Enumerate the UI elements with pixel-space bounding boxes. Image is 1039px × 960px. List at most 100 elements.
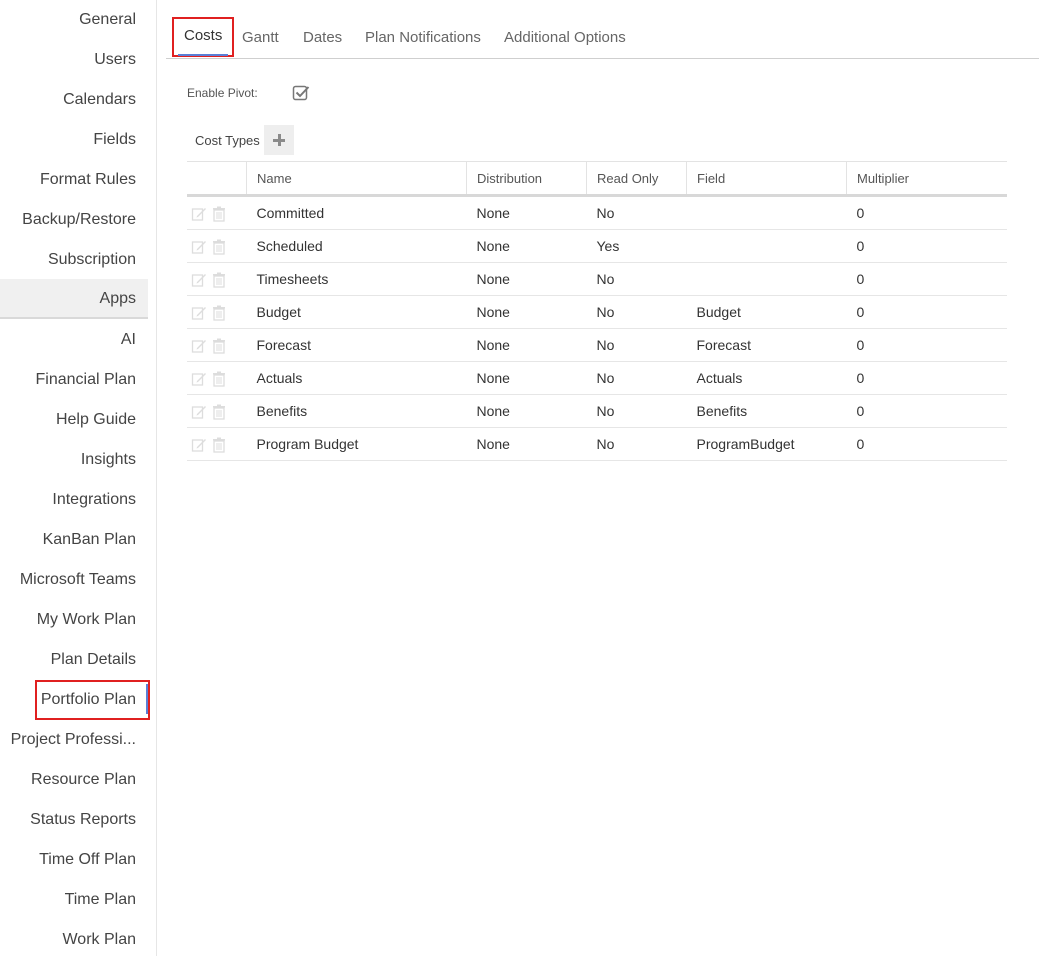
sidebar-item-general[interactable]: General: [0, 0, 148, 40]
cell-read-only: Yes: [586, 229, 687, 263]
cell-name: Scheduled: [246, 229, 467, 263]
cell-name: Forecast: [246, 328, 467, 362]
column-header-field[interactable]: Field: [686, 161, 847, 197]
cell-field: [686, 229, 847, 263]
column-header-name[interactable]: Name: [246, 161, 467, 197]
tab-gantt[interactable]: Gantt: [242, 20, 279, 56]
edit-icon[interactable]: [191, 272, 207, 288]
cell-multiplier: 0: [846, 295, 1007, 329]
sidebar-item-integrations[interactable]: Integrations: [0, 480, 148, 520]
sidebar-item-ai[interactable]: AI: [0, 320, 148, 360]
delete-icon[interactable]: [211, 239, 227, 255]
sidebar-item-my-work-plan[interactable]: My Work Plan: [0, 600, 148, 640]
edit-icon[interactable]: [191, 371, 207, 387]
enable-pivot-label: Enable Pivot:: [187, 86, 258, 100]
sidebar-item-time-plan[interactable]: Time Plan: [0, 880, 148, 920]
row-actions: [187, 195, 247, 230]
sidebar-item-insights[interactable]: Insights: [0, 440, 148, 480]
column-header-distribution[interactable]: Distribution: [466, 161, 587, 197]
cell-distribution: None: [466, 195, 587, 230]
cell-distribution: None: [466, 295, 587, 329]
sidebar-item-status-reports[interactable]: Status Reports: [0, 800, 148, 840]
cell-read-only: No: [586, 394, 687, 428]
sidebar-item-microsoft-teams[interactable]: Microsoft Teams: [0, 560, 148, 600]
sidebar-item-time-off-plan[interactable]: Time Off Plan: [0, 840, 148, 880]
cell-field: Forecast: [686, 328, 847, 362]
cell-name: Committed: [246, 195, 467, 230]
cell-field: Actuals: [686, 361, 847, 395]
table-row: Committed None No 0: [187, 195, 1007, 230]
column-header-read-only[interactable]: Read Only: [586, 161, 687, 197]
cell-read-only: No: [586, 427, 687, 461]
cell-distribution: None: [466, 361, 587, 395]
sidebar-item-users[interactable]: Users: [0, 40, 148, 80]
cell-field: Benefits: [686, 394, 847, 428]
sidebar-item-kanban-plan[interactable]: KanBan Plan: [0, 520, 148, 560]
sidebar-section-apps[interactable]: Apps: [0, 279, 148, 319]
sidebar-item-calendars[interactable]: Calendars: [0, 80, 148, 120]
enable-pivot-checkbox[interactable]: [292, 84, 310, 102]
sidebar-item-backup-restore[interactable]: Backup/Restore: [0, 200, 148, 240]
settings-sidebar: General Users Calendars Fields Format Ru…: [0, 0, 157, 956]
sidebar-item-portfolio-plan[interactable]: Portfolio Plan: [35, 680, 150, 720]
sidebar-item-fields[interactable]: Fields: [0, 120, 148, 160]
cell-read-only: No: [586, 361, 687, 395]
edit-icon[interactable]: [191, 437, 207, 453]
cell-read-only: No: [586, 328, 687, 362]
edit-icon[interactable]: [191, 206, 207, 222]
sidebar-item-work-plan[interactable]: Work Plan: [0, 920, 148, 960]
sidebar-item-subscription[interactable]: Subscription: [0, 240, 148, 280]
cell-field: ProgramBudget: [686, 427, 847, 461]
tab-dates[interactable]: Dates: [303, 20, 342, 56]
cell-read-only: No: [586, 195, 687, 230]
cell-multiplier: 0: [846, 361, 1007, 395]
table-row: Forecast None No Forecast 0: [187, 328, 1007, 362]
edit-icon[interactable]: [191, 338, 207, 354]
edit-icon[interactable]: [191, 404, 207, 420]
delete-icon[interactable]: [211, 272, 227, 288]
edit-icon[interactable]: [191, 305, 207, 321]
cell-distribution: None: [466, 394, 587, 428]
row-actions: [187, 328, 247, 362]
cell-distribution: None: [466, 328, 587, 362]
tab-additional-options[interactable]: Additional Options: [504, 20, 626, 56]
delete-icon[interactable]: [211, 371, 227, 387]
sidebar-item-financial-plan[interactable]: Financial Plan: [0, 360, 148, 400]
table-row: Scheduled None Yes 0: [187, 229, 1007, 263]
cell-read-only: No: [586, 295, 687, 329]
cell-multiplier: 0: [846, 328, 1007, 362]
settings-tabs: Costs Gantt Dates Plan Notifications Add…: [166, 0, 1039, 59]
sidebar-item-format-rules[interactable]: Format Rules: [0, 160, 148, 200]
cell-distribution: None: [466, 262, 587, 296]
row-actions: [187, 229, 247, 263]
delete-icon[interactable]: [211, 338, 227, 354]
row-actions: [187, 295, 247, 329]
cell-multiplier: 0: [846, 262, 1007, 296]
cost-types-table: Name Distribution Read Only Field Multip…: [187, 161, 1007, 461]
delete-icon[interactable]: [211, 437, 227, 453]
cell-field: [686, 262, 847, 296]
table-row: Actuals None No Actuals 0: [187, 361, 1007, 395]
delete-icon[interactable]: [211, 206, 227, 222]
sidebar-item-help-guide[interactable]: Help Guide: [0, 400, 148, 440]
table-row: Program Budget None No ProgramBudget 0: [187, 427, 1007, 461]
table-header-row: Name Distribution Read Only Field Multip…: [187, 161, 1007, 197]
cost-types-label: Cost Types: [195, 133, 260, 148]
cell-distribution: None: [466, 427, 587, 461]
sidebar-item-project-professional[interactable]: Project Professi...: [0, 720, 148, 760]
delete-icon[interactable]: [211, 305, 227, 321]
cell-name: Budget: [246, 295, 467, 329]
tab-plan-notifications[interactable]: Plan Notifications: [365, 20, 481, 56]
edit-icon[interactable]: [191, 239, 207, 255]
row-actions: [187, 262, 247, 296]
cell-multiplier: 0: [846, 394, 1007, 428]
delete-icon[interactable]: [211, 404, 227, 420]
cell-name: Benefits: [246, 394, 467, 428]
sidebar-item-plan-details[interactable]: Plan Details: [0, 640, 148, 680]
column-header-multiplier[interactable]: Multiplier: [846, 161, 1007, 197]
row-actions: [187, 427, 247, 461]
tab-costs[interactable]: Costs: [172, 17, 235, 57]
sidebar-item-resource-plan[interactable]: Resource Plan: [0, 760, 148, 800]
cell-multiplier: 0: [846, 195, 1007, 230]
add-cost-type-button[interactable]: [264, 125, 294, 155]
